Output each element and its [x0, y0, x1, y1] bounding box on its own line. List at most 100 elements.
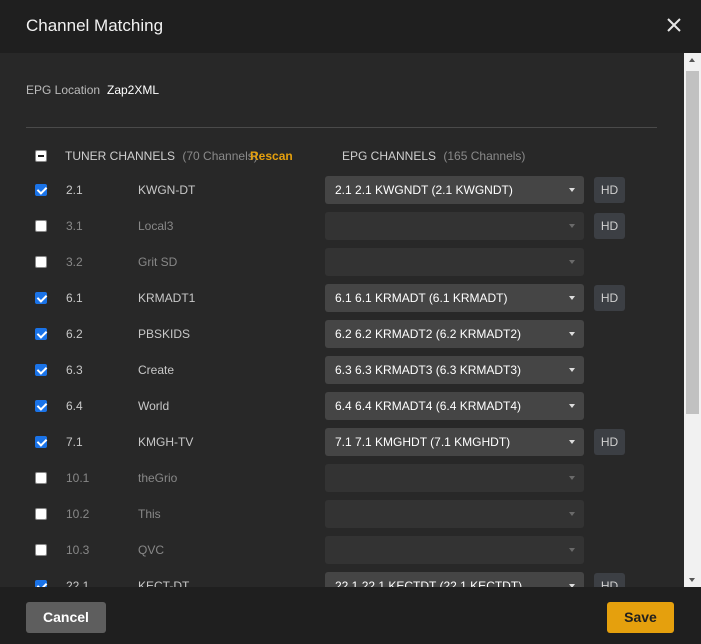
hd-button[interactable]: HD: [594, 573, 625, 587]
dialog-footer: Cancel Save: [0, 587, 701, 644]
channel-name: PBSKIDS: [138, 327, 191, 341]
scroll-up-icon[interactable]: [689, 58, 695, 62]
channel-row: 3.2 Grit SD: [0, 244, 684, 280]
channel-name: Grit SD: [138, 255, 178, 269]
epg-location-row: EPG Location Zap2XML: [26, 83, 159, 97]
epg-channel-value: 22.1 22.1 KECTDT (22.1 KECTDT): [335, 579, 523, 587]
channel-number: 6.1: [66, 291, 83, 305]
epg-channels-count: (165 Channels): [443, 149, 526, 163]
epg-channel-select[interactable]: 7.1 7.1 KMGHDT (7.1 KMGHDT): [325, 428, 584, 456]
channel-number: 10.3: [66, 543, 90, 557]
channel-checkbox[interactable]: [35, 472, 47, 484]
epg-channel-select[interactable]: 6.1 6.1 KRMADT (6.1 KRMADT): [325, 284, 584, 312]
channel-checkbox[interactable]: [35, 328, 47, 340]
rescan-button[interactable]: Rescan: [250, 149, 293, 163]
channel-name: theGrio: [138, 471, 178, 485]
tuner-channels-header: TUNER CHANNELS (70 Channels): [65, 149, 258, 163]
select-all-checkbox[interactable]: [35, 150, 47, 162]
hd-button[interactable]: HD: [594, 429, 625, 455]
channel-checkbox[interactable]: [35, 364, 47, 376]
channel-name: KRMADT1: [138, 291, 196, 305]
dropdown-caret-icon: [569, 548, 575, 552]
channel-checkbox[interactable]: [35, 220, 47, 232]
channel-checkbox[interactable]: [35, 184, 47, 196]
channel-number: 22.1: [66, 579, 90, 587]
channel-row: 3.1 Local3 HD: [0, 208, 684, 244]
channel-row: 6.4 World 6.4 6.4 KRMADT4 (6.4 KRMADT4): [0, 388, 684, 424]
epg-channel-select[interactable]: 6.3 6.3 KRMADT3 (6.3 KRMADT3): [325, 356, 584, 384]
channel-checkbox[interactable]: [35, 400, 47, 412]
scrollbar[interactable]: [684, 53, 701, 587]
channel-number: 6.2: [66, 327, 83, 341]
dialog-title: Channel Matching: [26, 16, 164, 35]
dropdown-caret-icon: [569, 512, 575, 516]
dropdown-caret-icon: [569, 224, 575, 228]
epg-channel-value: 6.2 6.2 KRMADT2 (6.2 KRMADT2): [335, 327, 522, 341]
channel-row: 2.1 KWGN-DT 2.1 2.1 KWGNDT (2.1 KWGNDT) HD: [0, 172, 684, 208]
channel-number: 3.1: [66, 219, 83, 233]
epg-channel-value: 7.1 7.1 KMGHDT (7.1 KMGHDT): [335, 435, 511, 449]
cancel-button[interactable]: Cancel: [26, 602, 106, 633]
epg-channel-value: 6.3 6.3 KRMADT3 (6.3 KRMADT3): [335, 363, 522, 377]
channel-name: KWGN-DT: [138, 183, 196, 197]
channel-number: 10.2: [66, 507, 90, 521]
dialog-content: EPG Location Zap2XML TUNER CHANNELS (70 …: [0, 53, 684, 587]
channel-checkbox[interactable]: [35, 580, 47, 587]
save-button[interactable]: Save: [607, 602, 674, 633]
epg-channel-select[interactable]: 6.4 6.4 KRMADT4 (6.4 KRMADT4): [325, 392, 584, 420]
dropdown-caret-icon: [569, 188, 575, 192]
channel-number: 2.1: [66, 183, 83, 197]
channel-checkbox[interactable]: [35, 256, 47, 268]
epg-channel-select[interactable]: 2.1 2.1 KWGNDT (2.1 KWGNDT): [325, 176, 584, 204]
channel-name: KMGH-TV: [138, 435, 194, 449]
channel-name: World: [138, 399, 170, 413]
channel-row: 7.1 KMGH-TV 7.1 7.1 KMGHDT (7.1 KMGHDT) HD: [0, 424, 684, 460]
channel-checkbox[interactable]: [35, 436, 47, 448]
epg-channel-value: 6.1 6.1 KRMADT (6.1 KRMADT): [335, 291, 508, 305]
dropdown-caret-icon: [569, 476, 575, 480]
epg-channel-value: 6.4 6.4 KRMADT4 (6.4 KRMADT4): [335, 399, 522, 413]
scrollbar-thumb[interactable]: [686, 71, 699, 414]
close-icon[interactable]: [663, 14, 685, 36]
dialog-header: Channel Matching: [0, 0, 701, 53]
dropdown-caret-icon: [569, 404, 575, 408]
hd-button[interactable]: HD: [594, 285, 625, 311]
scroll-down-icon[interactable]: [689, 578, 695, 582]
channel-matching-dialog: Channel Matching EPG Location Zap2XML TU…: [0, 0, 701, 644]
tuner-channels-count: (70 Channels): [182, 149, 258, 163]
channel-row: 6.3 Create 6.3 6.3 KRMADT3 (6.3 KRMADT3): [0, 352, 684, 388]
epg-channel-select[interactable]: [325, 248, 584, 276]
dropdown-caret-icon: [569, 296, 575, 300]
hd-button[interactable]: HD: [594, 213, 625, 239]
tuner-channels-label: TUNER CHANNELS: [65, 149, 176, 163]
channel-row: 22.1 KECT-DT 22.1 22.1 KECTDT (22.1 KECTDT…: [0, 568, 684, 587]
channel-number: 6.4: [66, 399, 83, 413]
dropdown-caret-icon: [569, 332, 575, 336]
channel-checkbox[interactable]: [35, 508, 47, 520]
channel-row: 10.1 theGrio: [0, 460, 684, 496]
channel-checkbox[interactable]: [35, 292, 47, 304]
hd-button[interactable]: HD: [594, 177, 625, 203]
channel-number: 3.2: [66, 255, 83, 269]
epg-channel-select[interactable]: [325, 536, 584, 564]
epg-location-value: Zap2XML: [107, 83, 160, 97]
channel-name: QVC: [138, 543, 165, 557]
epg-channels-header: EPG CHANNELS (165 Channels): [342, 149, 525, 163]
channel-row: 6.2 PBSKIDS 6.2 6.2 KRMADT2 (6.2 KRMADT2): [0, 316, 684, 352]
epg-channel-select[interactable]: [325, 464, 584, 492]
divider: [26, 127, 657, 128]
channel-row: 10.2 This: [0, 496, 684, 532]
dropdown-caret-icon: [569, 260, 575, 264]
epg-channel-select[interactable]: 6.2 6.2 KRMADT2 (6.2 KRMADT2): [325, 320, 584, 348]
channel-row: 6.1 KRMADT1 6.1 6.1 KRMADT (6.1 KRMADT) HD: [0, 280, 684, 316]
epg-channel-select[interactable]: [325, 212, 584, 240]
epg-location-label: EPG Location: [26, 83, 101, 97]
channel-number: 6.3: [66, 363, 83, 377]
channel-row: 10.3 QVC: [0, 532, 684, 568]
channel-number: 7.1: [66, 435, 83, 449]
epg-channels-label: EPG CHANNELS: [342, 149, 437, 163]
channel-checkbox[interactable]: [35, 544, 47, 556]
epg-channel-select[interactable]: [325, 500, 584, 528]
epg-channel-select[interactable]: 22.1 22.1 KECTDT (22.1 KECTDT): [325, 572, 584, 587]
channel-name: This: [138, 507, 161, 521]
